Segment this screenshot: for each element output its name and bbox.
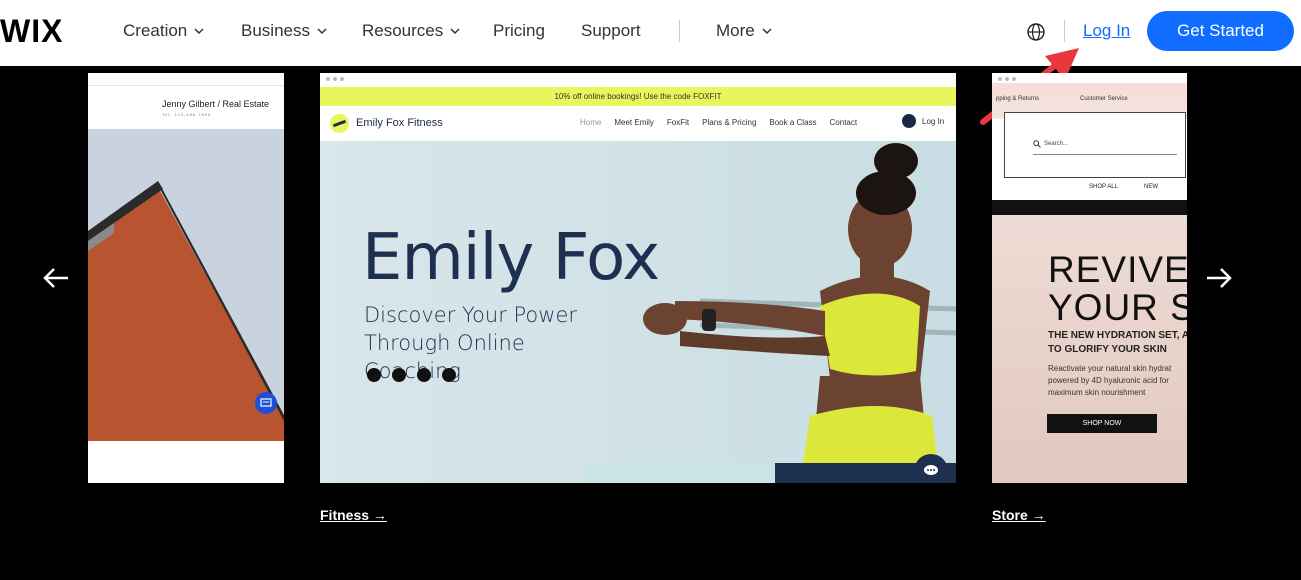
store-body-line: Reactivate your natural skin hydrat [1048, 364, 1172, 373]
nav-creation[interactable]: Creation [123, 21, 205, 41]
chevron-down-icon [762, 28, 772, 35]
chevron-down-icon [450, 28, 460, 35]
template-link: FoxFit [666, 118, 690, 127]
nav-more-label: More [716, 21, 755, 40]
template-brand: Emily Fox Fitness [356, 117, 443, 129]
template-links: Home Meet Emily FoxFit Plans & Pricing B… [580, 118, 857, 127]
store-caption-link[interactable]: Store → [992, 507, 1046, 523]
chat-icon[interactable] [914, 454, 948, 483]
nav-resources[interactable]: Resources [362, 21, 461, 41]
search-icon [1033, 140, 1041, 148]
arrow-right-icon[interactable] [1205, 266, 1233, 290]
store-hero-subtitle: THE NEW HYDRATION SET, A TO GLORIFY YOUR… [1048, 329, 1187, 357]
template-nav: Emily Fox Fitness Home Meet Emily FoxFit… [320, 106, 956, 141]
arrow-left-icon[interactable] [42, 266, 70, 290]
chevron-down-icon [194, 28, 204, 35]
fitness-caption-link[interactable]: Fitness → [320, 507, 387, 523]
store-body-line: maximum skin nourishment [1048, 388, 1146, 397]
building-illustration [88, 181, 284, 441]
card-header-line [88, 85, 284, 86]
hero-title: Emily Fox [362, 221, 660, 295]
chat-icon[interactable] [255, 392, 277, 414]
store-title-line: YOUR SK [1048, 287, 1187, 328]
building-photo [88, 129, 284, 441]
window-dots [998, 77, 1016, 81]
store-hero-title: REVIVE YOUR SK [1048, 251, 1187, 327]
facebook-icon [367, 368, 381, 382]
social-icons [367, 368, 456, 382]
youtube-icon [417, 368, 431, 382]
nav-more[interactable]: More [716, 21, 773, 41]
store-body-line: powered by 4D hyaluronic acid for [1048, 376, 1169, 385]
promo-banner: 10% off online bookings! Use the code FO… [320, 87, 956, 106]
login-link[interactable]: Log In [1083, 21, 1130, 41]
globe-icon[interactable] [1026, 22, 1046, 42]
template-link: Meet Emily [614, 118, 654, 127]
nav-business[interactable]: Business [241, 21, 328, 41]
store-menu-item: pping & Returns [996, 96, 1040, 102]
store-menu-item: Customer Service [1080, 96, 1128, 102]
user-icon [902, 114, 916, 128]
nav-support-label: Support [581, 21, 641, 40]
store-dark-strip [992, 200, 1187, 215]
nav-business-label: Business [241, 21, 310, 40]
get-started-button[interactable]: Get Started [1147, 11, 1294, 51]
top-navigation-bar: WIX Creation Business Resources Pricing … [0, 0, 1301, 66]
store-subtitle-line: THE NEW HYDRATION SET, A [1048, 330, 1187, 341]
nav-divider [1064, 20, 1065, 42]
template-phone: Tel: 123-456-7890 [162, 112, 212, 117]
template-site-name: Jenny Gilbert / Real Estate [162, 99, 270, 109]
store-new: NEW [1144, 184, 1158, 190]
template-card-store[interactable]: pping & Returns Customer Service Search.… [992, 73, 1187, 483]
hero-band-light [586, 463, 776, 483]
store-hero-body: Reactivate your natural skin hydrat powe… [1048, 363, 1171, 399]
template-link: Plans & Pricing [702, 118, 757, 127]
wix-logo[interactable]: WIX [0, 13, 63, 50]
template-card-real-estate[interactable]: Jenny Gilbert / Real Estate Tel: 123-456… [88, 73, 284, 483]
store-subtitle-line: TO GLORIFY YOUR SKIN [1048, 344, 1167, 355]
instagram-icon [442, 368, 456, 382]
nav-divider [679, 20, 680, 42]
store-title-line: REVIVE [1048, 249, 1187, 290]
nav-creation-label: Creation [123, 21, 188, 40]
chevron-down-icon [317, 28, 327, 35]
search-underline [1033, 154, 1177, 155]
twitter-icon [392, 368, 406, 382]
store-search-panel [1004, 112, 1186, 178]
brand-logo-icon [330, 114, 349, 133]
fitness-hero: Emily Fox Discover Your Power Through On… [320, 141, 956, 483]
template-link: Contact [829, 118, 858, 127]
window-dots [326, 77, 344, 81]
store-search-placeholder: Search... [1044, 141, 1069, 147]
store-shop-all: SHOP ALL [1089, 184, 1118, 190]
nav-pricing[interactable]: Pricing [493, 21, 545, 41]
template-link: Book a Class [769, 118, 817, 127]
store-shop-now-button: SHOP NOW [1047, 414, 1157, 433]
template-login-label: Log In [922, 116, 945, 126]
template-link: Home [580, 118, 602, 127]
nav-support[interactable]: Support [581, 21, 641, 41]
nav-pricing-label: Pricing [493, 21, 545, 40]
template-card-fitness[interactable]: 10% off online bookings! Use the code FO… [320, 73, 956, 483]
nav-resources-label: Resources [362, 21, 444, 40]
template-login: Log In [902, 114, 944, 128]
